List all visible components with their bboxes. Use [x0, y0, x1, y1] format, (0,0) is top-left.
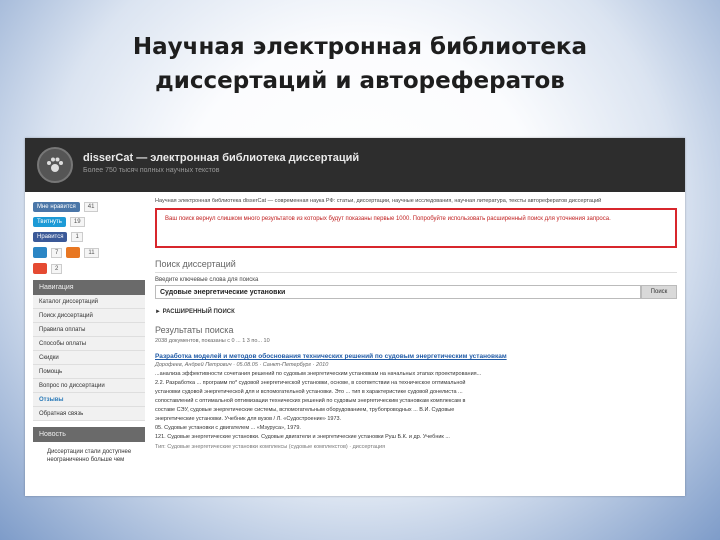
vk-like-button[interactable]: Мне нравится [33, 202, 80, 212]
tweet-count: 19 [69, 217, 85, 227]
nav-item-search[interactable]: Поиск диссертаций [33, 309, 145, 323]
nav-item-discounts[interactable]: Скидки [33, 351, 145, 365]
website-screenshot: disserCat — электронная библиотека диссе… [25, 138, 685, 496]
alert-box: Ваш поиск вернул слишком много результат… [155, 208, 677, 248]
tweet-button[interactable]: Твитнуть [33, 217, 66, 227]
search-button[interactable]: Поиск [641, 285, 677, 299]
misc-count-a: 7 [51, 247, 63, 258]
nav-list: Каталог диссертаций Поиск диссертаций Пр… [33, 295, 145, 421]
site-title[interactable]: disserCat — электронная библиотека диссе… [83, 152, 359, 164]
result-snippet-line: 2.2. Разработка ... программ по* судовой… [155, 380, 466, 386]
news-text: Диссертации стали доступнее неограниченн… [47, 449, 132, 463]
advanced-search-link[interactable]: ► РАСШИРЕННЫЙ ПОИСК [155, 309, 677, 315]
nav-item-payment-methods[interactable]: Способы оплаты [33, 337, 145, 351]
site-subtitle: Более 750 тысяч полных научных текстов [83, 167, 220, 174]
result-snippet-line: ...анализа эффективности сочетания решен… [155, 371, 482, 377]
nav-header: Навигация [33, 280, 145, 295]
main-content: Научная электронная библиотека disserCat… [155, 198, 677, 452]
result-footer: Тип: Судовые энергетические установки ко… [155, 444, 386, 450]
search-row: Поиск [155, 285, 677, 299]
nav-item-help[interactable]: Помощь [33, 365, 145, 379]
sidebar: Мне нравится 41 Твитнуть 19 Нравится 1 7… [33, 202, 145, 466]
nav-item-feedback[interactable]: Обратная связь [33, 407, 145, 421]
result-snippet-line: сопоставлений с оптимальной оптимизации … [155, 398, 466, 404]
result-title-link[interactable]: Разработка моделей и методов обоснования… [155, 352, 677, 361]
gplus-count: 2 [51, 263, 63, 274]
results-meta: 2038 документов, показаны с 0 ... 1 3 по… [155, 338, 270, 344]
nav-item-payment-rules[interactable]: Правила оплаты [33, 323, 145, 337]
result-snippet-line: установки судовой энергетической для и в… [155, 389, 463, 395]
paw-logo-icon[interactable] [37, 147, 73, 183]
site-header: disserCat — электронная библиотека диссе… [25, 138, 685, 192]
result-snippet-line: 121. Судовые энергетические установки. С… [155, 434, 450, 440]
result-snippet-line: энергетические установки. Учебник для ву… [155, 416, 342, 422]
social-row-fb: Нравится 1 [33, 232, 145, 242]
nav-item-reviews[interactable]: Отзывы [33, 393, 145, 407]
social-row-gplus: 2 [33, 263, 145, 274]
result-snippet-line: составе СЭУ, судовые энергетические сист… [155, 407, 455, 413]
result-item: Разработка моделей и методов обоснования… [155, 352, 677, 452]
slide-title-line2: диссертаций и авторефератов [155, 68, 565, 94]
slide-title: Научная электронная библиотека диссертац… [0, 30, 720, 98]
misc-count-b: 11 [84, 247, 99, 258]
news-header: Новость [33, 427, 145, 442]
search-section-title: Поиск диссертаций [155, 259, 677, 273]
gplus-icon[interactable] [33, 263, 47, 274]
share-icon[interactable] [66, 247, 81, 258]
social-row-tweet: Твитнуть 19 [33, 217, 145, 227]
results-title: Результаты поиска [155, 325, 234, 335]
result-snippet-line: 05. Судовые установки с двигателем ... «… [155, 425, 301, 431]
slide-title-line1: Научная электронная библиотека [132, 34, 588, 60]
fb-like-button[interactable]: Нравится [33, 232, 68, 242]
social-row-misc: 7 11 [33, 247, 145, 258]
search-field-label: Введите ключевые слова для поиска [155, 277, 259, 283]
odnoklassniki-icon[interactable] [33, 247, 47, 258]
fb-like-count: 1 [71, 232, 83, 242]
nav-item-catalog[interactable]: Каталог диссертаций [33, 295, 145, 309]
nav-item-question[interactable]: Вопрос по диссертации [33, 379, 145, 393]
result-author: Дорофеев, Андрей Петрович · 05.08.05 · С… [155, 362, 329, 368]
social-row-like: Мне нравится 41 [33, 202, 145, 212]
vk-like-count: 41 [83, 202, 99, 212]
search-input[interactable] [155, 285, 641, 299]
breadcrumb: Научная электронная библиотека disserCat… [155, 198, 602, 204]
